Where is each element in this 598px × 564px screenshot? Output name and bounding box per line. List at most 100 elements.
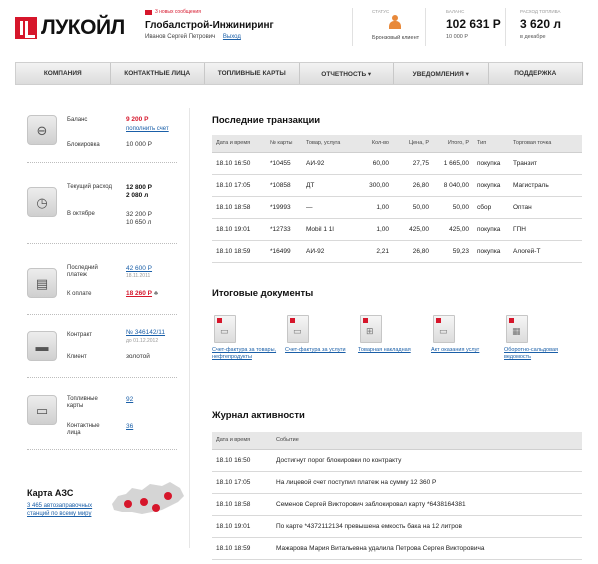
contract-date: до 01.12.2012 (126, 338, 159, 344)
table-row[interactable]: 18.10 19:01 По карте *4372112134 превыше… (212, 515, 582, 538)
document-icon: ▭ (287, 315, 309, 343)
block-value: 10 000 Р (126, 141, 153, 148)
transactions-title: Последние транзакции (212, 115, 321, 126)
document-icon: ▭ (433, 315, 455, 343)
table-row[interactable]: 18.10 18:59 Мажарова Мария Витальевна уд… (212, 537, 582, 560)
cell: Алогей-Т (509, 240, 582, 263)
table-row[interactable]: 18.10 17:05 *10858 ДТ 300,00 26,80 8 040… (212, 174, 582, 197)
last-payment-value[interactable]: 42 600 Р (126, 265, 152, 273)
user-name: Иванов Сергей Петрович (145, 34, 216, 40)
divider (27, 162, 177, 163)
document-icon: ▭ (214, 315, 236, 343)
lukoil-logo-mark (15, 17, 37, 39)
cell: 18.10 18:59 (212, 240, 266, 263)
last-payment-date: 18.11.2011 (126, 273, 151, 279)
divider (27, 314, 177, 315)
cell: Семенов Сергей Викторович заблокировал к… (272, 493, 582, 516)
table-row[interactable]: 18.10 16:50 *10455 АИ-92 60,00 27,75 1 6… (212, 152, 582, 175)
messages-text: 3 новых сообщения (155, 9, 201, 15)
col-header: Кол-во (357, 135, 393, 153)
cell: 1 665,00 (433, 152, 473, 175)
contract-number[interactable]: № 346142/11 (126, 329, 165, 337)
col-header: Дата и время (212, 135, 266, 153)
status-value: Бронзовый клиент (372, 35, 420, 41)
table-row[interactable]: 18.10 18:59 *16499 АИ-92 2,21 26,80 59,2… (212, 240, 582, 263)
cell: 18.10 16:50 (212, 449, 272, 472)
doc-label: Счет-фактура за услуги (285, 347, 346, 353)
cell: По карте *4372112134 превышена емкость б… (272, 515, 582, 538)
cell: покупка (473, 240, 509, 263)
envelope-icon (145, 9, 152, 15)
cell: *10455 (266, 152, 302, 175)
cell: ГПН (509, 218, 582, 241)
table-row[interactable]: 18.10 16:50 Достигнут порог блокировки п… (212, 449, 582, 472)
fuel-expense-sub: в декабре (520, 34, 546, 40)
transactions-table: Дата и время № карты Товар, услуга Кол-в… (212, 135, 582, 263)
table-row[interactable]: 18.10 19:01 *12733 Mobil 1 1l 1,00 425,0… (212, 218, 582, 241)
documents-list: ▭ Счет-фактура за товары, нефтепродукты … (212, 315, 582, 387)
fuel-cards-label: Топливные карты (67, 396, 98, 409)
client-label: Клиент (67, 354, 87, 360)
cell: 425,00 (393, 218, 433, 241)
october-label: В октябре (67, 211, 95, 217)
company-name: Глобалстрой-Инжиниринг (145, 20, 274, 31)
contract-briefcase-icon: ▬ (27, 331, 57, 361)
nav-company[interactable]: КОМПАНИЯ (16, 63, 111, 84)
block-label: Блокировка (67, 142, 100, 148)
cell: *10858 (266, 174, 302, 197)
divider (27, 377, 177, 378)
contacts-count[interactable]: 36 (126, 423, 133, 431)
cell: *16499 (266, 240, 302, 263)
to-pay-label: К оплате (67, 291, 92, 297)
cell: 18.10 18:59 (212, 537, 272, 560)
lukoil-logo[interactable]: ЛУКОЙЛ (15, 16, 125, 39)
russia-map-icon[interactable] (108, 478, 188, 520)
nav-fuel-cards[interactable]: ТОПЛИВНЫЕ КАРТЫ (205, 63, 300, 84)
current-expense-label: Текущий расход (67, 184, 112, 190)
expense-label: РАСХОД ТОПЛИВА (520, 9, 561, 14)
cell: Мажарова Мария Витальевна удалила Петров… (272, 537, 582, 560)
header-divider (352, 8, 353, 46)
table-row[interactable]: 18.10 18:58 Семенов Сергей Викторович за… (212, 493, 582, 516)
current-expense-money: 12 800 Р (126, 184, 153, 191)
logout-link[interactable]: Выход (223, 34, 241, 40)
cell: Mobil 1 1l (302, 218, 357, 241)
table-row[interactable]: 18.10 17:05 На лицевой счет поступил пла… (212, 471, 582, 494)
fuel-cards-count[interactable]: 92 (126, 396, 133, 404)
doc-label: Товарная накладная (358, 347, 411, 353)
nav-contacts[interactable]: КОНТАКТНЫЕ ЛИЦА (111, 63, 205, 84)
cell: покупка (473, 174, 509, 197)
cell: Оптан (509, 196, 582, 219)
client-value: золотой (126, 353, 150, 360)
cell: — (302, 196, 357, 219)
header-divider (425, 8, 426, 46)
nav-reports[interactable]: ОТЧЕТНОСТЬ ▾ (300, 63, 394, 84)
col-header: Событие (272, 432, 582, 450)
fuel-expense-value: 3 620 л (520, 17, 561, 31)
cell: Транзит (509, 152, 582, 175)
cell: 50,00 (433, 196, 473, 219)
cell: 1,00 (357, 218, 393, 241)
nav-notifications[interactable]: УВЕДОМЛЕНИЯ ▾ (394, 63, 489, 84)
cell: 18.10 17:05 (212, 174, 266, 197)
logo-text: ЛУКОЙЛ (41, 16, 125, 39)
header-balance-sub: 10 000 Р (446, 34, 469, 40)
map-stations-link[interactable]: 3 465 автозаправочных станций по всему м… (27, 502, 109, 518)
cell: 8 040,00 (433, 174, 473, 197)
table-row[interactable]: 18.10 18:58 *19993 — 1,00 50,00 50,00 сб… (212, 196, 582, 219)
payments-folder-icon: ▤ (27, 268, 57, 298)
topup-link[interactable]: пополнить счет (126, 125, 169, 133)
cell: *19993 (266, 196, 302, 219)
to-pay-value[interactable]: 18 260 Р ♣ (126, 290, 158, 298)
cell: 18.10 16:50 (212, 152, 266, 175)
cell: 26,80 (393, 240, 433, 263)
cell: 60,00 (357, 152, 393, 175)
cart-document-icon: ⊞ (360, 315, 382, 343)
nav-support[interactable]: ПОДДЕРЖКА (489, 63, 583, 84)
cell: 425,00 (433, 218, 473, 241)
col-header: Торговая точка (509, 135, 582, 153)
calendar-document-icon: ▦ (506, 315, 528, 343)
current-expense-liters: 2 080 л (126, 192, 149, 199)
messages-link[interactable]: 3 новых сообщения (145, 9, 201, 15)
cell: 18.10 18:58 (212, 493, 272, 516)
